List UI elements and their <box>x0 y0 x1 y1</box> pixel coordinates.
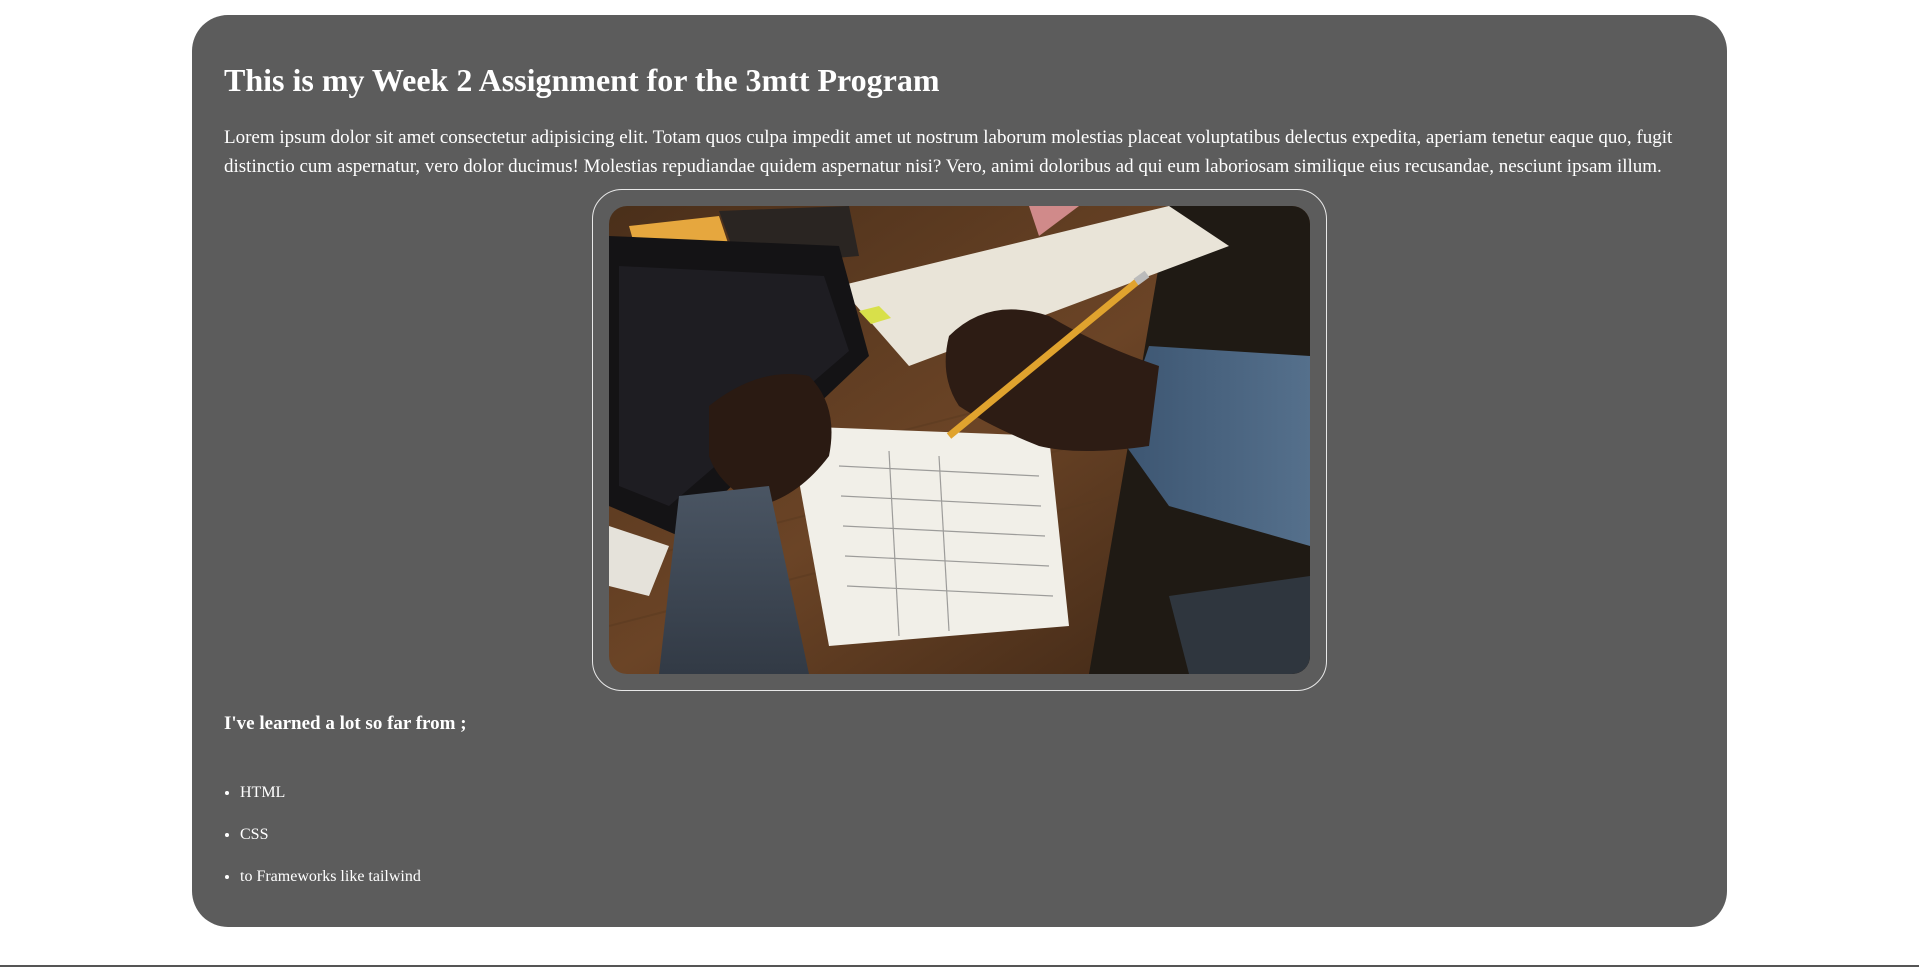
intro-paragraph: Lorem ipsum dolor sit amet consectetur a… <box>224 127 1673 178</box>
learned-heading: I've learned a lot so far from ; <box>224 713 467 734</box>
list-item: CSS <box>240 825 421 867</box>
assignment-card: This is my Week 2 Assignment for the 3mt… <box>192 15 1727 927</box>
learned-list: HTML CSS to Frameworks like tailwind <box>224 783 421 909</box>
list-item: to Frameworks like tailwind <box>240 867 421 909</box>
list-item: HTML <box>240 783 421 825</box>
study-photo <box>609 206 1310 674</box>
image-frame <box>592 189 1327 691</box>
page-title: This is my Week 2 Assignment for the 3mt… <box>224 62 940 98</box>
